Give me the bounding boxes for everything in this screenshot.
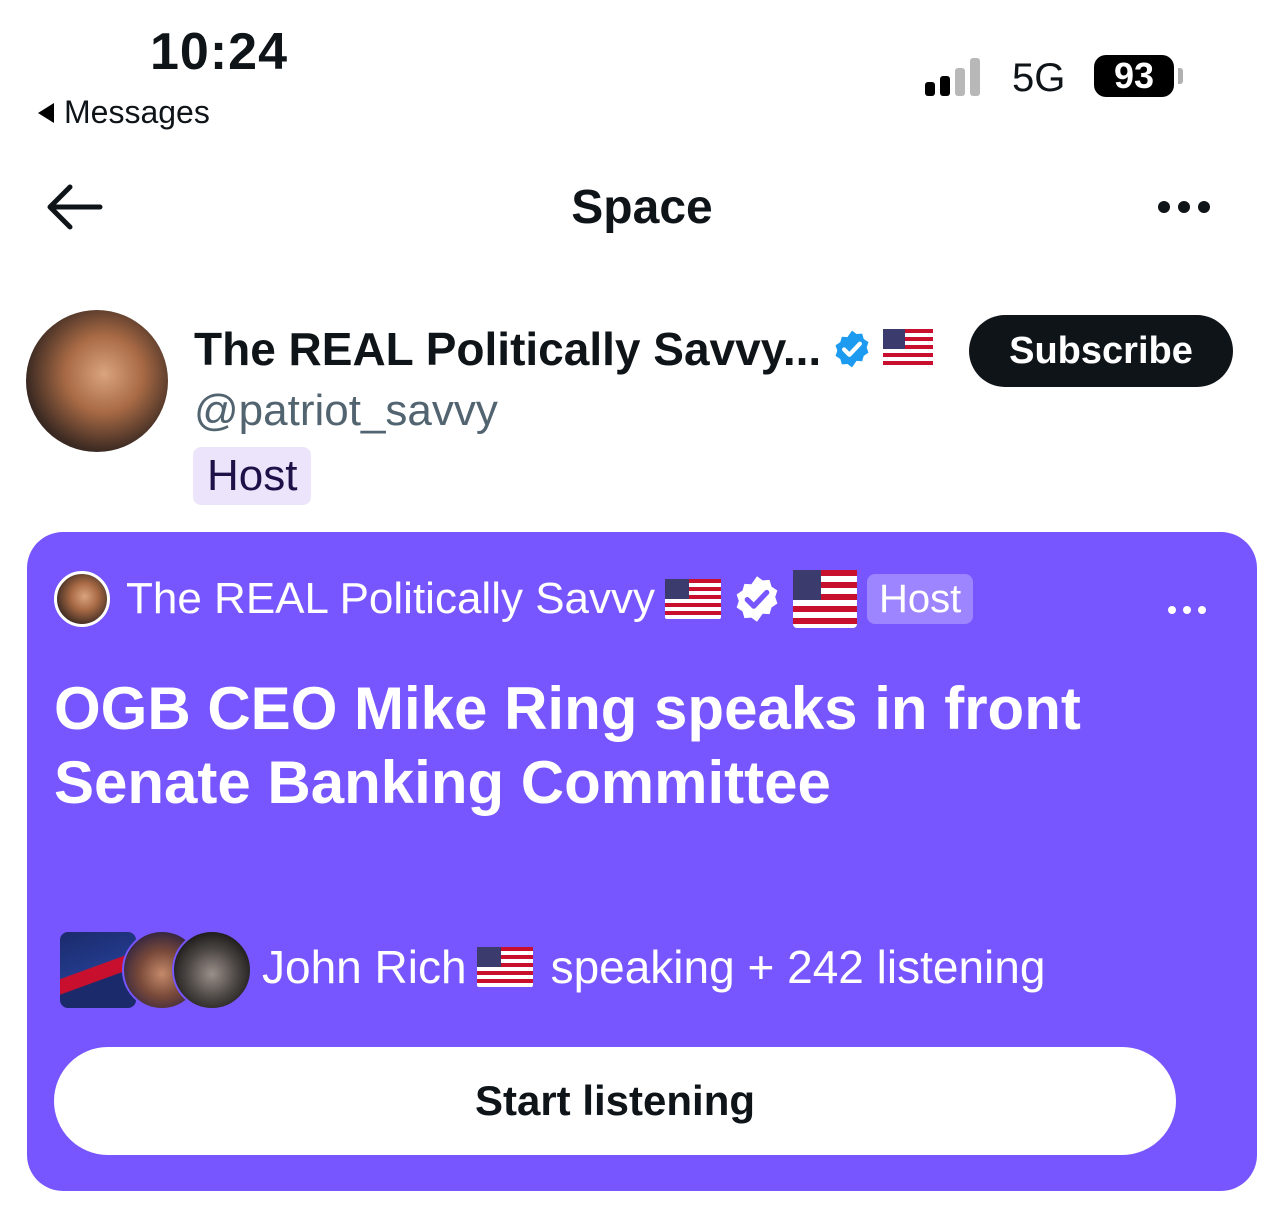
us-flag-icon: [476, 947, 533, 987]
back-triangle-icon: [38, 102, 54, 123]
start-listening-button[interactable]: Start listening: [54, 1047, 1176, 1155]
battery-cap: [1178, 68, 1183, 84]
card-more-options-icon[interactable]: [1168, 606, 1206, 614]
speaking-status: John Rich speaking + 242 listening: [262, 940, 1045, 994]
subscribe-button[interactable]: Subscribe: [969, 315, 1233, 387]
card-host-name: The REAL Politically Savvy: [126, 574, 656, 623]
page-title: Space: [571, 181, 713, 234]
verified-badge-icon: [736, 576, 778, 622]
back-app-label: Messages: [64, 94, 210, 130]
speaker-avatars: [58, 930, 252, 1010]
card-host-row: The REAL Politically Savvy Host: [54, 570, 974, 628]
network-type: 5G: [1012, 56, 1066, 100]
more-options-icon[interactable]: [1158, 192, 1218, 222]
speaker-name: John Rich: [262, 941, 467, 993]
status-time: 10:24: [150, 23, 288, 81]
verified-badge-icon: [835, 330, 869, 368]
card-host-tag: Host: [867, 574, 974, 624]
listener-count-text: speaking + 242 listening: [550, 941, 1046, 993]
signal-strength-icon: [925, 56, 980, 96]
us-flag-icon: [793, 570, 858, 628]
card-host-avatar: [54, 571, 110, 627]
space-title: OGB CEO Mike Ring speaks in front Senate…: [54, 675, 1081, 816]
speaker-avatar: [172, 930, 252, 1010]
battery-icon: 93: [1094, 55, 1174, 97]
host-avatar[interactable]: [26, 310, 168, 452]
us-flag-icon: [883, 329, 934, 369]
us-flag-icon: [665, 579, 722, 619]
back-to-messages-link[interactable]: Messages: [38, 94, 210, 131]
host-role-badge: Host: [193, 447, 312, 505]
host-handle: @patriot_savvy: [194, 386, 498, 435]
host-name-row: The REAL Politically Savvy...: [194, 322, 934, 376]
host-display-name[interactable]: The REAL Politically Savvy...: [194, 322, 821, 376]
